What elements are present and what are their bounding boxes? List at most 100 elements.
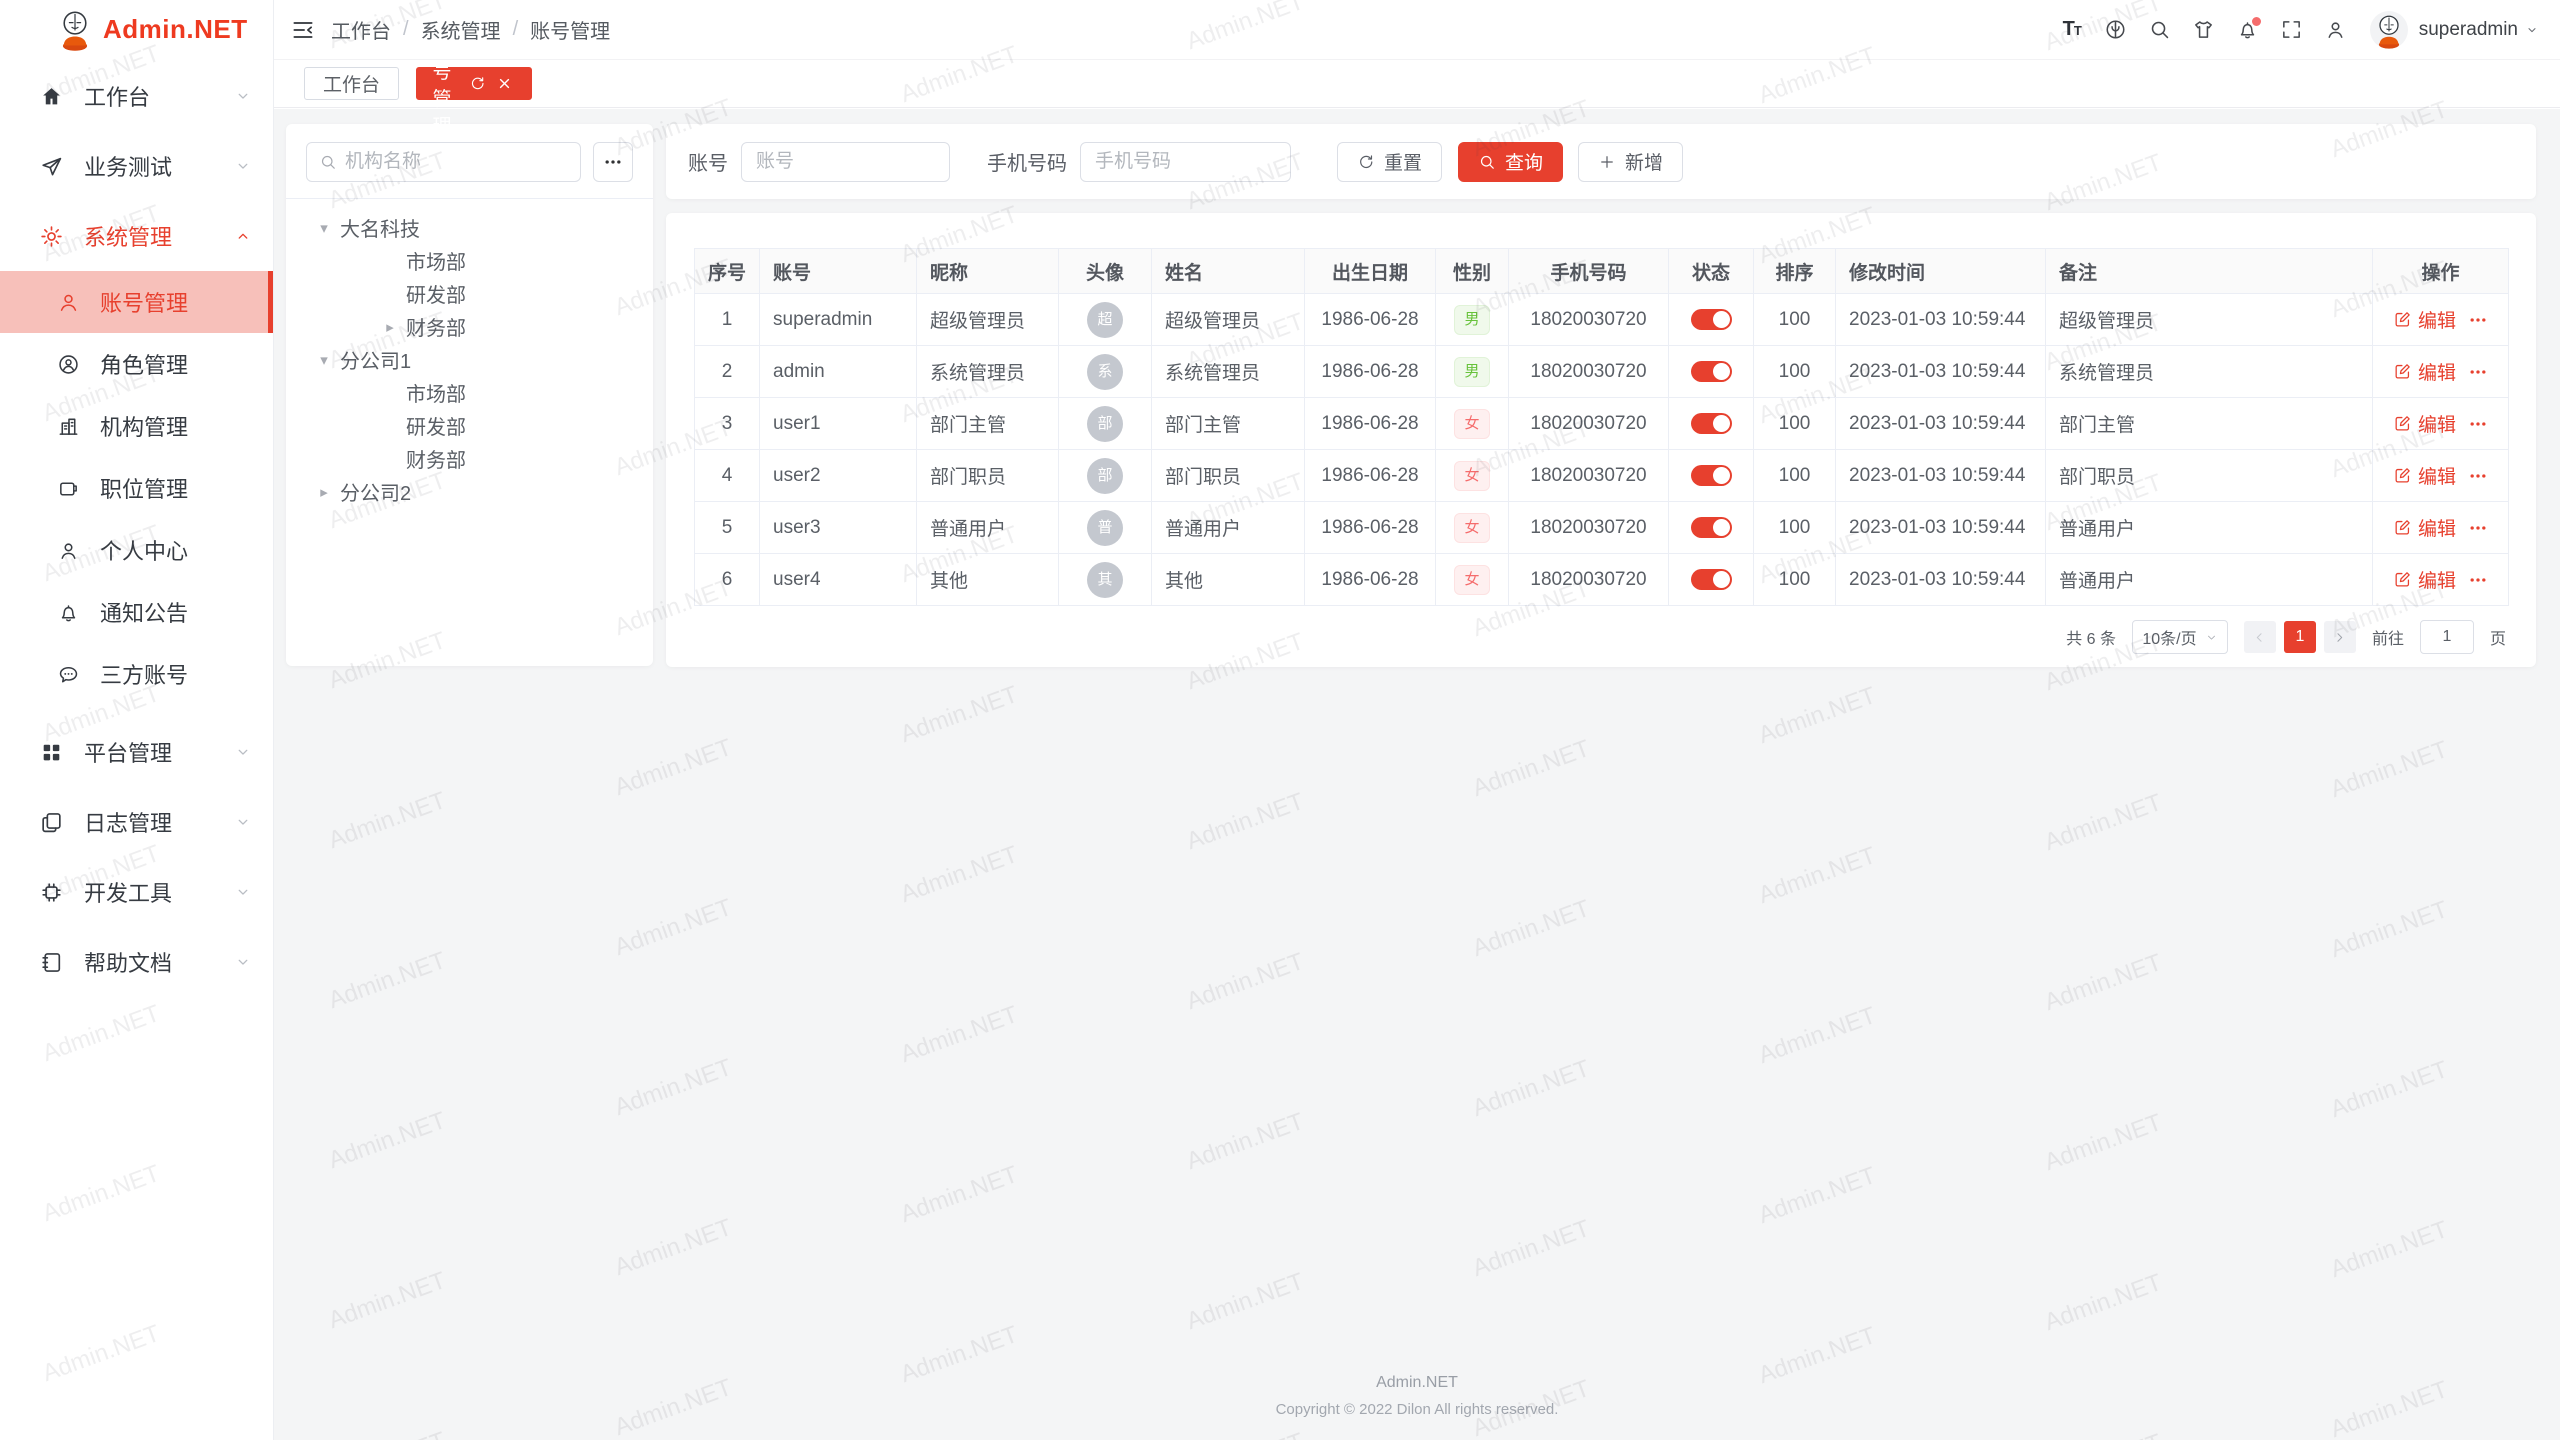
status-toggle[interactable]	[1691, 309, 1732, 330]
cell-name: 系统管理员	[1152, 346, 1305, 398]
fullscreen-icon-button[interactable]	[2270, 8, 2314, 52]
sidebar-subitem-2-4[interactable]: 个人中心	[0, 519, 273, 581]
font-size-icon-button[interactable]: TT	[2050, 8, 2094, 52]
search-icon	[1478, 153, 1496, 171]
breadcrumb-item-1[interactable]: 系统管理	[421, 15, 501, 44]
edit-button[interactable]: 编辑	[2393, 462, 2456, 489]
row-more-button[interactable]	[2468, 518, 2488, 538]
column-header-account: 账号	[760, 249, 917, 294]
edit-button[interactable]: 编辑	[2393, 358, 2456, 385]
cell-gender: 男	[1436, 294, 1509, 346]
app-logo[interactable]: Admin.NET	[0, 0, 273, 59]
account-input[interactable]	[741, 142, 950, 182]
status-toggle[interactable]	[1691, 413, 1732, 434]
avatar: 系	[1087, 354, 1123, 390]
cell-status	[1669, 398, 1754, 450]
tree-caret-icon[interactable]: ▾	[312, 219, 336, 237]
fullscreen-icon	[2280, 18, 2303, 41]
accounts-table-panel: 序号账号昵称头像姓名出生日期性别手机号码状态排序修改时间备注操作1superad…	[666, 213, 2536, 667]
cell-account: user3	[760, 502, 917, 554]
org-more-button[interactable]	[593, 142, 633, 182]
cell-avatar: 其	[1059, 554, 1152, 606]
profile-icon-button[interactable]	[2314, 8, 2358, 52]
user-avatar[interactable]	[2370, 11, 2408, 49]
edit-button[interactable]: 编辑	[2393, 566, 2456, 593]
menu-fold-icon[interactable]	[290, 17, 316, 43]
sidebar-item-2[interactable]: 系统管理	[0, 201, 273, 271]
cell-account: user1	[760, 398, 917, 450]
goto-page-input[interactable]	[2420, 620, 2474, 654]
cell-gender: 女	[1436, 502, 1509, 554]
search-button[interactable]: 查询	[1458, 142, 1563, 182]
sidebar-item-3[interactable]: 平台管理	[0, 717, 273, 787]
tree-caret-icon[interactable]: ▾	[312, 351, 336, 369]
sidebar-subitem-2-6[interactable]: 三方账号	[0, 643, 273, 705]
current-page-button[interactable]: 1	[2284, 621, 2316, 653]
edit-button[interactable]: 编辑	[2393, 306, 2456, 333]
edit-button[interactable]: 编辑	[2393, 410, 2456, 437]
tree-caret-icon[interactable]: ▸	[312, 483, 336, 501]
chevron-down-icon	[233, 156, 253, 176]
tree-node-8[interactable]: ▸分公司2	[286, 475, 653, 508]
theme-icon-button[interactable]	[2182, 8, 2226, 52]
ellipsis-icon	[2468, 466, 2488, 486]
tree-node-4[interactable]: ▾分公司1	[286, 343, 653, 376]
cell-name: 其他	[1152, 554, 1305, 606]
cell-name: 普通用户	[1152, 502, 1305, 554]
page-size-select[interactable]: 10条/页	[2132, 620, 2228, 654]
tree-node-3[interactable]: ▸财务部	[286, 310, 653, 343]
row-more-button[interactable]	[2468, 362, 2488, 382]
tree-caret-icon[interactable]: ▸	[378, 318, 402, 336]
tab-0[interactable]: 工作台	[304, 67, 399, 100]
next-page-button[interactable]	[2324, 621, 2356, 653]
status-toggle[interactable]	[1691, 569, 1732, 590]
row-more-button[interactable]	[2468, 570, 2488, 590]
edit-icon	[2393, 518, 2412, 537]
username[interactable]: superadmin	[2419, 19, 2518, 41]
sidebar-subitem-2-3[interactable]: 职位管理	[0, 457, 273, 519]
status-toggle[interactable]	[1691, 465, 1732, 486]
tree-node-0[interactable]: ▾大名科技	[286, 211, 653, 244]
tree-node-6[interactable]: 研发部	[286, 409, 653, 442]
sidebar-item-0[interactable]: 工作台	[0, 61, 273, 131]
sidebar-subitem-2-2[interactable]: 机构管理	[0, 395, 273, 457]
prev-page-button[interactable]	[2244, 621, 2276, 653]
tree-node-5[interactable]: 市场部	[286, 376, 653, 409]
notification-icon-button[interactable]	[2226, 8, 2270, 52]
column-header-birth: 出生日期	[1305, 249, 1436, 294]
sidebar-subitem-2-0[interactable]: 账号管理	[0, 271, 273, 333]
row-more-button[interactable]	[2468, 310, 2488, 330]
sidebar-subitem-2-1[interactable]: 角色管理	[0, 333, 273, 395]
status-toggle[interactable]	[1691, 361, 1732, 382]
status-toggle[interactable]	[1691, 517, 1732, 538]
cell-sort: 100	[1754, 450, 1836, 502]
edit-button[interactable]: 编辑	[2393, 514, 2456, 541]
cell-gender: 女	[1436, 398, 1509, 450]
sidebar-item-5[interactable]: 开发工具	[0, 857, 273, 927]
org-search-input[interactable]	[345, 151, 568, 173]
cell-account: superadmin	[760, 294, 917, 346]
language-icon-button[interactable]	[2094, 8, 2138, 52]
breadcrumb-item-0[interactable]: 工作台	[331, 15, 391, 44]
sidebar-subitem-2-5[interactable]: 通知公告	[0, 581, 273, 643]
cell-seq: 2	[695, 346, 760, 398]
tree-node-2[interactable]: 研发部	[286, 277, 653, 310]
phone-input[interactable]	[1080, 142, 1291, 182]
org-search-field[interactable]	[306, 142, 581, 182]
column-header-gender: 性别	[1436, 249, 1509, 294]
sidebar-item-4[interactable]: 日志管理	[0, 787, 273, 857]
row-more-button[interactable]	[2468, 466, 2488, 486]
tab-1[interactable]: 账号管理	[416, 67, 532, 100]
sidebar-item-6[interactable]: 帮助文档	[0, 927, 273, 997]
cell-account: user2	[760, 450, 917, 502]
row-more-button[interactable]	[2468, 414, 2488, 434]
tree-node-1[interactable]: 市场部	[286, 244, 653, 277]
add-button[interactable]: 新增	[1578, 142, 1683, 182]
tree-node-7[interactable]: 财务部	[286, 442, 653, 475]
chevron-up-icon	[233, 226, 253, 246]
sidebar-item-1[interactable]: 业务测试	[0, 131, 273, 201]
reset-button[interactable]: 重置	[1337, 142, 1442, 182]
search-icon-button[interactable]	[2138, 8, 2182, 52]
cell-nickname: 部门主管	[917, 398, 1059, 450]
ellipsis-icon	[2468, 518, 2488, 538]
